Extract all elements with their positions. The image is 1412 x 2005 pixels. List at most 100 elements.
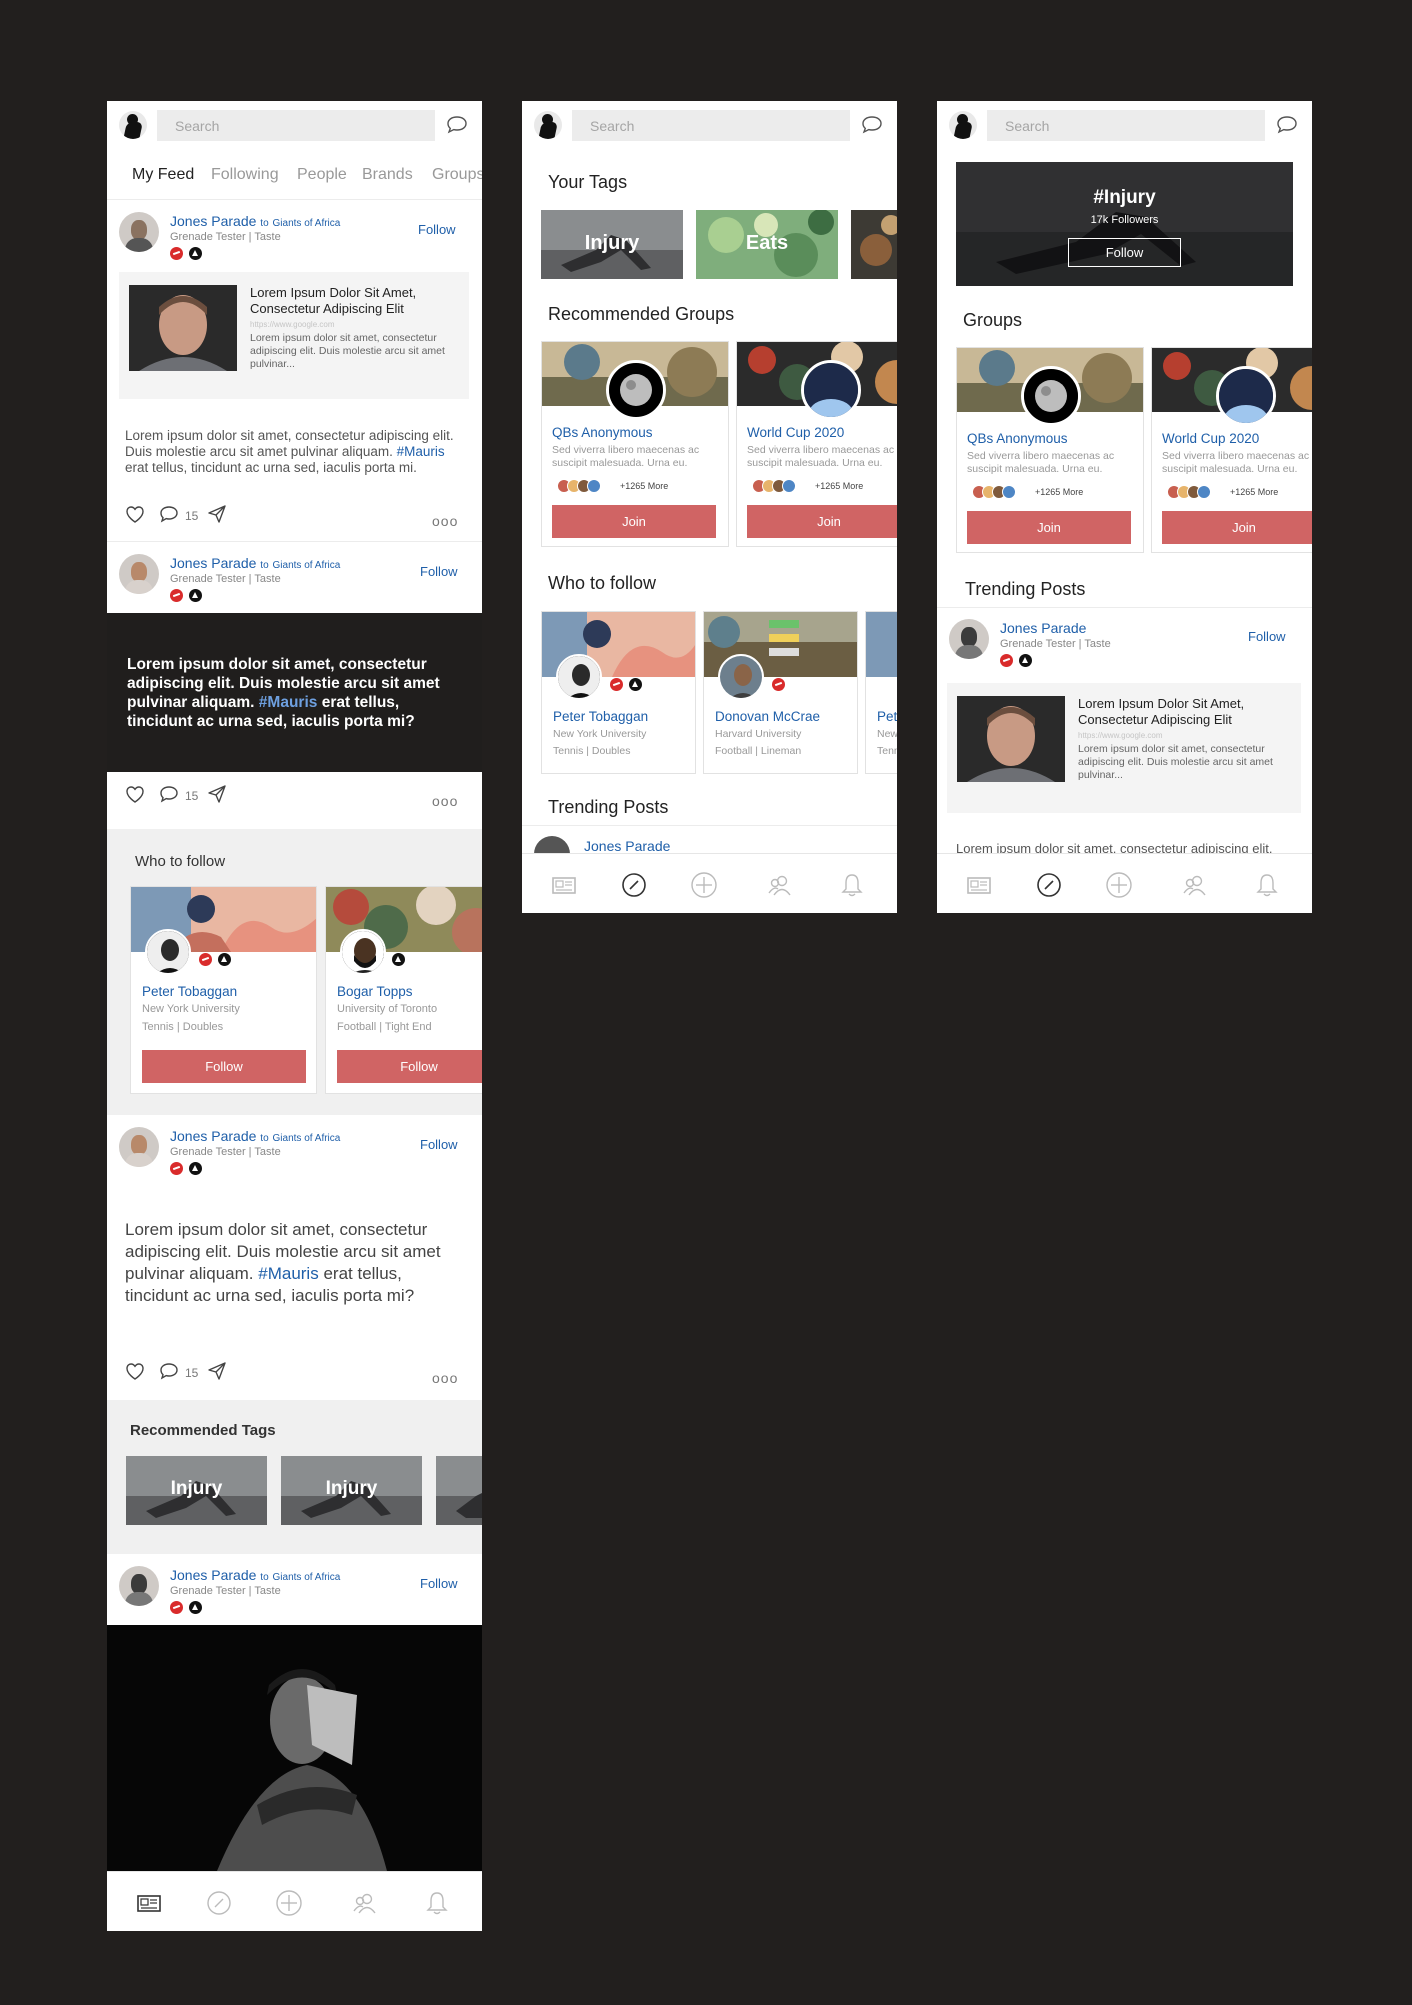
more-icon[interactable]: ooo [432,793,458,809]
add-icon[interactable] [1105,871,1133,899]
person-name[interactable]: Donovan McCrae [715,709,820,724]
tag-card-partial[interactable] [851,210,897,279]
logo-icon[interactable] [949,111,977,139]
add-icon[interactable] [275,1889,303,1917]
post-group[interactable]: Giants of Africa [273,1133,341,1144]
person-name[interactable]: Peter Tobaggan [553,709,648,724]
person-card[interactable]: Peter Tobaggan New York University Tenni… [865,611,897,774]
person-card[interactable]: Donovan McCrae Harvard University Footba… [703,611,858,774]
group-name[interactable]: World Cup 2020 [1162,431,1259,446]
share-icon[interactable] [206,504,228,524]
logo-icon[interactable] [119,111,147,139]
tab-brands[interactable]: Brands [362,166,413,184]
follow-button[interactable]: Follow [1248,629,1286,644]
share-icon[interactable] [206,784,228,804]
tab-people[interactable]: People [297,166,347,184]
heart-icon[interactable] [124,784,146,804]
person-name[interactable]: Peter Tobaggan [142,984,237,999]
link-preview[interactable]: Lorem Ipsum Dolor Sit Amet, Consectetur … [119,272,469,399]
join-button[interactable]: Join [967,511,1131,544]
group-card[interactable]: QBs Anonymous Sed viverra libero maecena… [956,347,1144,553]
comment-icon[interactable] [158,504,180,524]
link-preview[interactable]: Lorem Ipsum Dolor Sit Amet, Consectetur … [947,683,1301,813]
hashtag-link[interactable]: #Mauris [259,694,318,711]
post-author-name[interactable]: Jones Parade [170,1128,256,1144]
tab-groups[interactable]: Groups [432,166,482,184]
chat-icon[interactable] [860,114,884,136]
hashtag-link[interactable]: #Mauris [258,1264,318,1283]
avatar[interactable] [119,1566,159,1606]
feed-icon[interactable] [135,1889,163,1917]
more-icon[interactable]: ooo [432,1370,458,1386]
post-author-name[interactable]: Jones Parade [170,213,256,229]
add-icon[interactable] [690,871,718,899]
bell-icon[interactable] [423,1889,451,1917]
search-input[interactable] [572,110,850,141]
avatar[interactable] [119,554,159,594]
tag-card-partial[interactable] [436,1456,482,1525]
post-group[interactable]: Giants of Africa [273,560,341,571]
chat-icon[interactable] [1275,114,1299,136]
group-name[interactable]: QBs Anonymous [552,425,653,440]
follow-button[interactable]: Follow [420,1137,458,1152]
avatar[interactable] [119,1127,159,1167]
post-author-name[interactable]: Jones Parade [1000,620,1086,636]
follow-button[interactable]: Follow [418,222,456,237]
tab-following[interactable]: Following [211,166,279,184]
bell-icon[interactable] [1253,871,1281,899]
post-author-name[interactable]: Jones Parade [584,838,670,854]
join-button[interactable]: Join [1162,511,1312,544]
post-author-name[interactable]: Jones Parade [170,555,256,571]
post-author[interactable]: Jones Parade to Giants of Africa [170,1567,340,1583]
share-icon[interactable] [206,1361,228,1381]
tag-injury[interactable]: Injury [281,1456,422,1525]
people-icon[interactable] [766,871,794,899]
chat-icon[interactable] [445,114,469,136]
person-card[interactable]: Bogar Topps University of Toronto Footba… [325,886,482,1094]
explore-icon[interactable] [205,1889,233,1917]
explore-icon[interactable] [1035,871,1063,899]
person-card[interactable]: Peter Tobaggan New York University Tenni… [130,886,317,1094]
person-name[interactable]: Peter Tobaggan [877,709,897,724]
follow-button[interactable]: Follow [420,564,458,579]
post-author[interactable]: Jones Parade [1000,620,1086,636]
explore-icon[interactable] [620,871,648,899]
follow-button[interactable]: Follow [337,1050,482,1083]
group-card[interactable]: QBs Anonymous Sed viverra libero maecena… [541,341,729,547]
follow-button[interactable]: Follow [420,1576,458,1591]
people-icon[interactable] [1181,871,1209,899]
comment-icon[interactable] [158,1361,180,1381]
feed-icon[interactable] [550,871,578,899]
tag-injury[interactable]: Injury [541,210,683,279]
bell-icon[interactable] [838,871,866,899]
post-author[interactable]: Jones Parade to Giants of Africa [170,555,340,571]
post-group[interactable]: Giants of Africa [273,218,341,229]
post-author-name[interactable]: Jones Parade [170,1567,256,1583]
more-icon[interactable]: ooo [432,513,458,529]
search-input[interactable] [987,110,1265,141]
post-author[interactable]: Jones Parade to Giants of Africa [170,1128,340,1144]
join-button[interactable]: Join [747,505,897,538]
hashtag-link[interactable]: #Mauris [397,444,445,459]
person-name[interactable]: Bogar Topps [337,984,413,999]
tag-injury[interactable]: Injury [126,1456,267,1525]
feed-icon[interactable] [965,871,993,899]
people-icon[interactable] [351,1889,379,1917]
tag-eats[interactable]: Eats [696,210,838,279]
group-card[interactable]: World Cup 2020 Sed viverra libero maecen… [1151,347,1312,553]
avatar[interactable] [949,619,989,659]
search-input[interactable] [157,110,435,141]
comment-icon[interactable] [158,784,180,804]
follow-button[interactable]: Follow [142,1050,306,1083]
tab-my-feed[interactable]: My Feed [132,166,194,184]
avatar[interactable] [119,212,159,252]
logo-icon[interactable] [534,111,562,139]
person-card[interactable]: Peter Tobaggan New York University Tenni… [541,611,696,774]
group-name[interactable]: World Cup 2020 [747,425,844,440]
heart-icon[interactable] [124,504,146,524]
join-button[interactable]: Join [552,505,716,538]
group-name[interactable]: QBs Anonymous [967,431,1068,446]
post-author[interactable]: Jones Parade to Giants of Africa [170,213,340,229]
heart-icon[interactable] [124,1361,146,1381]
post-group[interactable]: Giants of Africa [273,1572,341,1583]
